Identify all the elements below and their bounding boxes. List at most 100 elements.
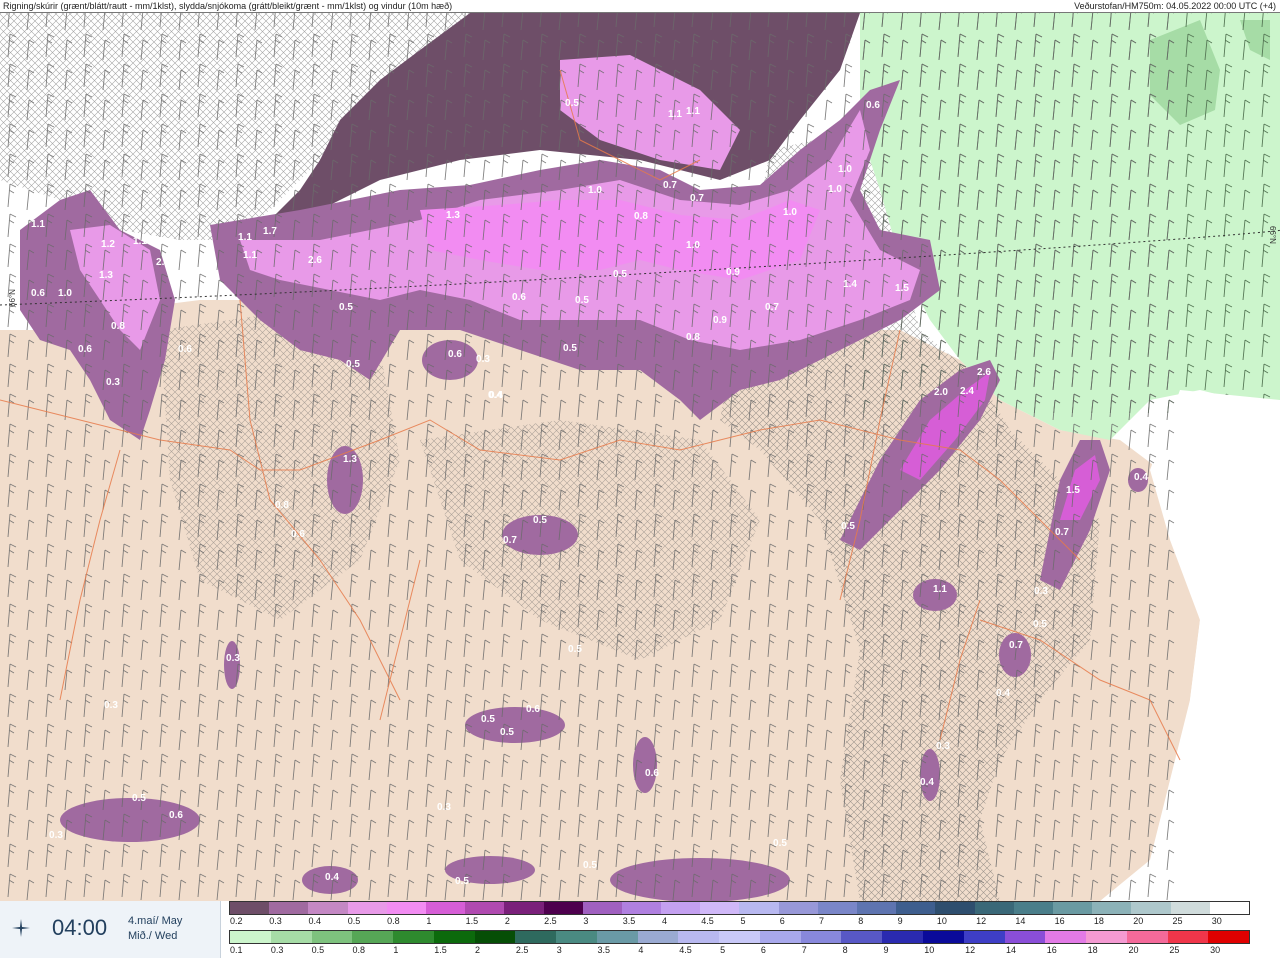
precip-value-label: 0.5 [339, 302, 353, 313]
precip-value-label: 2.0 [934, 387, 948, 398]
scale-label: 18 [1087, 945, 1098, 955]
scale-swatch [759, 931, 801, 943]
precip-value-label: 0.6 [178, 344, 192, 355]
precip-value-label: 1.0 [828, 184, 842, 195]
scale-swatch [269, 902, 309, 914]
precip-value-label: 0.5 [583, 860, 597, 871]
scale-label: 7 [819, 916, 825, 926]
precip-value-label: 0.7 [1055, 527, 1069, 538]
precip-value-label: 0.4 [325, 872, 339, 883]
scale-swatch [637, 931, 679, 943]
precip-value-label: 0.3 [49, 830, 63, 841]
precip-value-label: 0.5 [563, 343, 577, 354]
scale-swatch [1086, 931, 1127, 943]
precip-value-label: 0.5 [575, 295, 589, 306]
scale-swatch [1209, 902, 1249, 914]
scale-label: 3.5 [597, 945, 611, 955]
scale-swatch [800, 931, 842, 943]
scale-swatch [857, 902, 897, 914]
scale-swatch [935, 902, 975, 914]
scale-swatch [739, 902, 779, 914]
scale-label: 2.5 [544, 916, 557, 926]
precip-value-label: 1.3 [343, 454, 357, 465]
precip-value-label: 0.5 [132, 793, 146, 804]
scale-label: 3 [583, 916, 589, 926]
scale-swatch [1170, 902, 1210, 914]
scale-swatch [347, 902, 387, 914]
precip-value-label: 0.3 [104, 700, 118, 711]
precip-value-label: 0.9 [726, 267, 740, 278]
scale-swatch [1013, 902, 1053, 914]
precipitation-map[interactable]: 66°N 66°N 0.5 1.1 1.1 0.6 1.0 0.7 0.7 0.8 1.0 1.0… [0, 13, 1280, 901]
precip-value-label: 1.1 [133, 236, 147, 247]
precip-value-label: 2.6 [977, 367, 991, 378]
precip-value-label: 1.0 [838, 164, 852, 175]
scale-swatch [352, 931, 394, 943]
precip-value-label: 0.7 [663, 180, 677, 191]
scale-swatch [1004, 931, 1046, 943]
scale-label: 1 [393, 945, 399, 955]
precip-value-label: 0.7 [690, 193, 704, 204]
precip-value-label: 0.4 [920, 777, 934, 788]
scale-swatch [621, 902, 662, 914]
scale-label: 12 [965, 945, 976, 955]
precip-value-label: 0.5 [841, 521, 855, 532]
precip-value-label: 0.5 [1033, 619, 1047, 630]
precip-value-label: 0.7 [503, 535, 517, 546]
scale-label: 30 [1211, 916, 1222, 926]
model-run-info: Veðurstofan/HM750m: 04.05.2022 00:00 UTC… [1074, 1, 1276, 11]
scale-label: 2 [475, 945, 481, 955]
scale-swatch [270, 931, 312, 943]
precip-value-label: 1.1 [238, 232, 252, 243]
precip-value-label: 0.6 [866, 100, 880, 111]
scale-label: 5 [740, 916, 746, 926]
scale-swatch [678, 931, 720, 943]
scale-label: 4 [661, 916, 667, 926]
precip-value-label: 1.1 [243, 250, 257, 261]
precip-value-label: 1.0 [588, 185, 602, 196]
scale-label: 2.5 [515, 945, 529, 955]
scale-swatch [311, 931, 353, 943]
forecast-weekday: Mið./ Wed [128, 930, 178, 942]
scale-swatch [1092, 902, 1132, 914]
scale-label: 10 [936, 916, 947, 926]
precip-value-label: 1.3 [446, 210, 460, 221]
precip-value-label: 1.1 [686, 106, 700, 117]
precip-value-label: 1.7 [263, 226, 277, 237]
precip-value-label: 0.5 [568, 644, 582, 655]
snow-scale-labels: 0.2 0.3 0.4 0.5 0.8 1 1.5 2 2.5 3 3.5 4 4.5 5 6 7 8 9 10 12… [229, 916, 1280, 928]
precip-value-label: 0.3 [106, 377, 120, 388]
scale-label: 18 [1093, 916, 1104, 926]
scale-label: 4.5 [679, 945, 692, 955]
precip-value-label: 0.5 [773, 838, 787, 849]
scale-swatch [719, 931, 760, 943]
precip-value-label: 0.6 [169, 810, 183, 821]
scale-swatch [556, 931, 597, 943]
scale-label: 6 [779, 916, 785, 926]
lat-label-right: 66°N [1268, 226, 1277, 244]
scale-label: 25 [1172, 916, 1183, 926]
precip-value-label: 0.8 [111, 321, 125, 332]
scale-label: 8 [858, 916, 864, 926]
scale-swatch [896, 902, 936, 914]
scale-label: 25 [1169, 945, 1180, 955]
precip-value-label: 0.4 [1134, 472, 1148, 483]
precip-value-label: 0.3 [476, 354, 490, 365]
scale-label: 5 [720, 945, 726, 955]
vedurstofan-logo-icon [12, 919, 30, 937]
precip-value-label: 0.8 [686, 332, 700, 343]
scale-swatch [963, 931, 1005, 943]
scale-label: 6 [760, 945, 766, 955]
wind-barbs [0, 13, 1180, 901]
precip-value-label: 2.1 [156, 257, 170, 268]
precip-value-label: 1.1 [31, 219, 45, 230]
scale-label: 0.8 [352, 945, 366, 955]
scale-swatch [1131, 902, 1171, 914]
precip-value-label: 0.6 [645, 768, 659, 779]
precip-value-label: 1.4 [843, 279, 857, 290]
scale-swatch [974, 902, 1014, 914]
scale-label: 14 [1005, 945, 1016, 955]
scale-swatch [1167, 931, 1209, 943]
precip-value-label: 0.3 [226, 653, 240, 664]
scale-swatch [1208, 931, 1250, 943]
